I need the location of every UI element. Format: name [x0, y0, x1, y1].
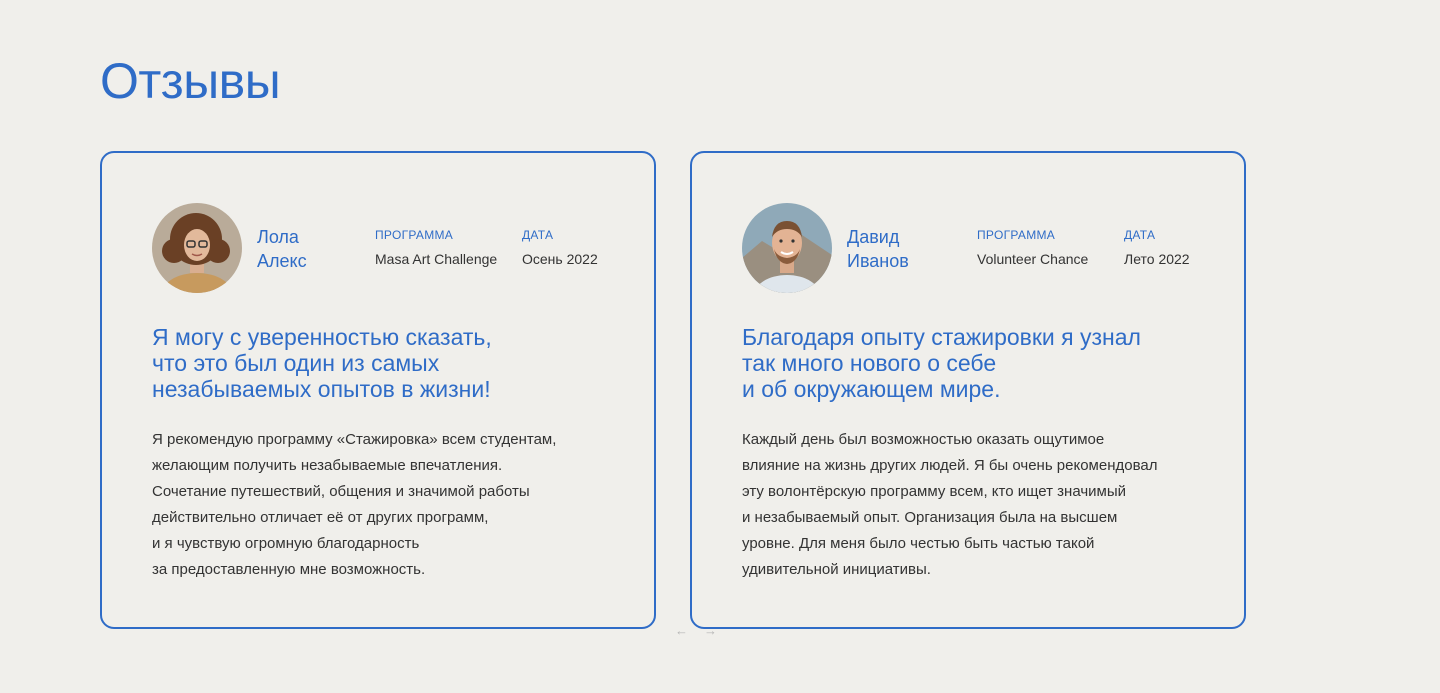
date-value: Лето 2022 — [1124, 251, 1190, 267]
program-label: ПРОГРАММА — [375, 228, 454, 242]
avatar-photo-icon — [152, 203, 242, 293]
review-quote: Благодаря опыту стажировки я узнал так м… — [742, 324, 1141, 402]
section-title: Отзывы — [100, 53, 281, 109]
program-label: ПРОГРАММА — [977, 228, 1056, 242]
reviewer-name: Лола Алекс — [257, 227, 307, 271]
avatar — [742, 203, 832, 293]
date-value: Осень 2022 — [522, 251, 598, 267]
review-text: Я рекомендую программу «Стажировка» всем… — [152, 431, 557, 578]
date-label: ДАТА — [1124, 228, 1156, 242]
next-arrow-icon[interactable]: → — [704, 622, 717, 640]
review-text: Каждый день был возможностью оказать ощу… — [742, 431, 1158, 578]
program-value: Volunteer Chance — [977, 251, 1089, 267]
reviewer-name: Давид Иванов — [847, 227, 909, 271]
prev-arrow-icon[interactable]: ← — [675, 622, 688, 640]
date-label: ДАТА — [522, 228, 554, 242]
review-card-1: Лола Алекс ПРОГРАММА Masa Art Challenge … — [100, 151, 656, 629]
program-value: Masa Art Challenge — [375, 251, 498, 267]
review-quote: Я могу с уверенностью сказать, что это б… — [152, 324, 492, 402]
avatar-photo-icon — [742, 203, 832, 293]
avatar — [152, 203, 242, 293]
review-card-2: Давид Иванов ПРОГРАММА Volunteer Chance … — [690, 151, 1246, 629]
